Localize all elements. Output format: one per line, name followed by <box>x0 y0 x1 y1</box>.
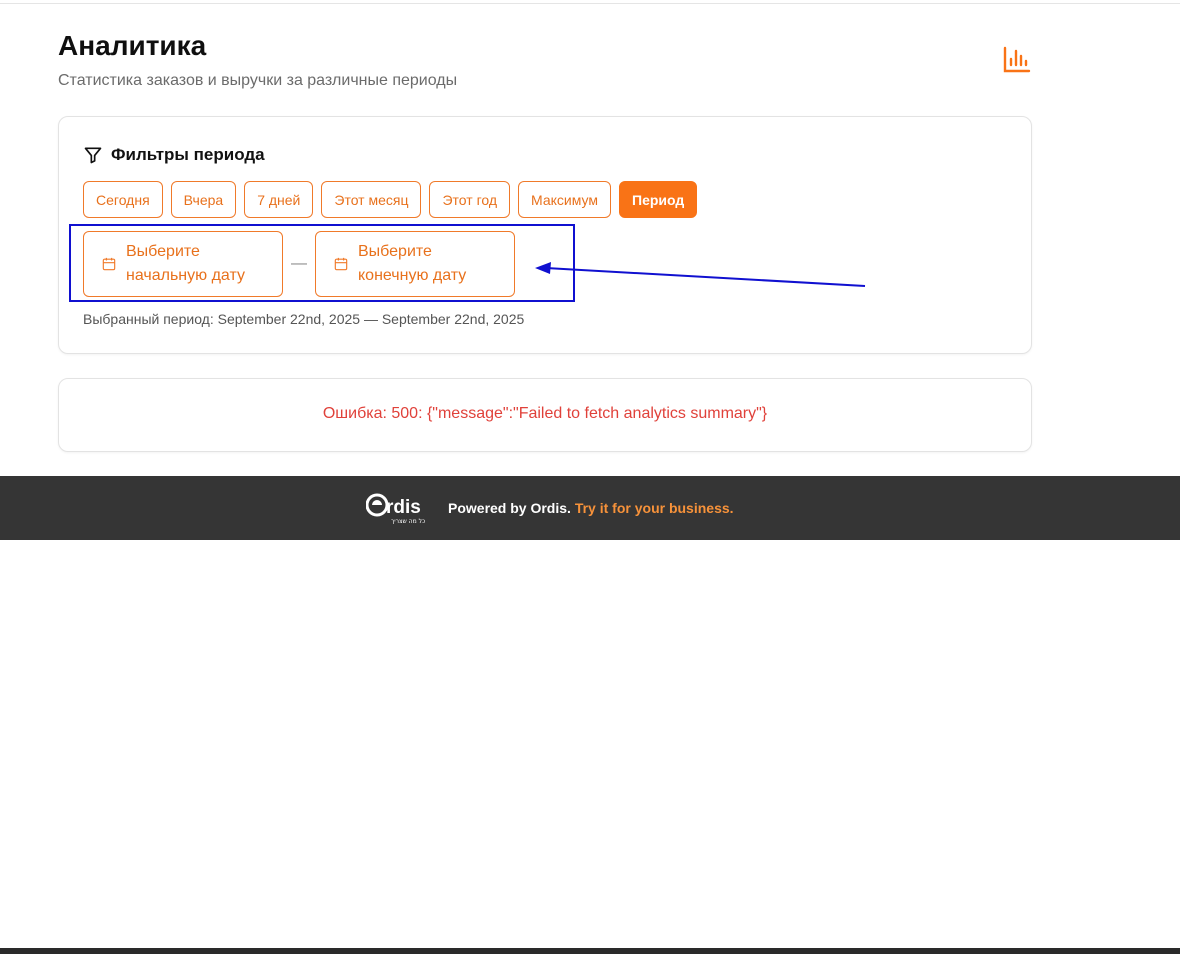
filters-header: Фильтры периода <box>83 145 265 165</box>
page-title: Аналитика <box>58 30 207 61</box>
svg-text:כל מה שצריך: כל מה שצריך <box>391 518 425 525</box>
try-it-link[interactable]: Try it for your business. <box>575 500 734 516</box>
period-button-custom[interactable]: Период <box>619 181 698 218</box>
powered-by-text: Powered by Ordis. <box>448 500 571 516</box>
ordis-logo[interactable]: rdis כל מה שצריך <box>366 492 428 526</box>
error-message: Ошибка: 500: {"message":"Failed to fetch… <box>322 405 768 422</box>
period-button-yesterday[interactable]: Вчера <box>170 181 237 218</box>
footer: rdis כל מה שצריך Powered by Ordis. Try i… <box>0 476 1180 540</box>
svg-text:rdis: rdis <box>386 497 421 518</box>
bottom-taskbar <box>0 948 1180 954</box>
period-buttons: Сегодня Вчера 7 дней Этот месяц Этот год… <box>83 181 698 218</box>
filters-title: Фильтры периода <box>111 145 265 164</box>
bar-chart-icon[interactable] <box>1001 44 1033 76</box>
period-button-7-days[interactable]: 7 дней <box>244 181 314 218</box>
filter-icon <box>84 147 102 164</box>
selected-period-text: Выбранный период: September 22nd, 2025 —… <box>83 311 525 327</box>
top-divider <box>0 0 1180 4</box>
page-subtitle: Статистика заказов и выручки за различны… <box>58 72 458 89</box>
annotation-highlight-box <box>69 224 575 302</box>
period-button-max[interactable]: Максимум <box>518 181 611 218</box>
period-button-today[interactable]: Сегодня <box>83 181 163 218</box>
period-button-this-month[interactable]: Этот месяц <box>321 181 422 218</box>
footer-text: Powered by Ordis. Try it for your busine… <box>448 500 734 516</box>
error-card: Ошибка: 500: {"message":"Failed to fetch… <box>58 378 1032 452</box>
period-button-this-year[interactable]: Этот год <box>429 181 511 218</box>
